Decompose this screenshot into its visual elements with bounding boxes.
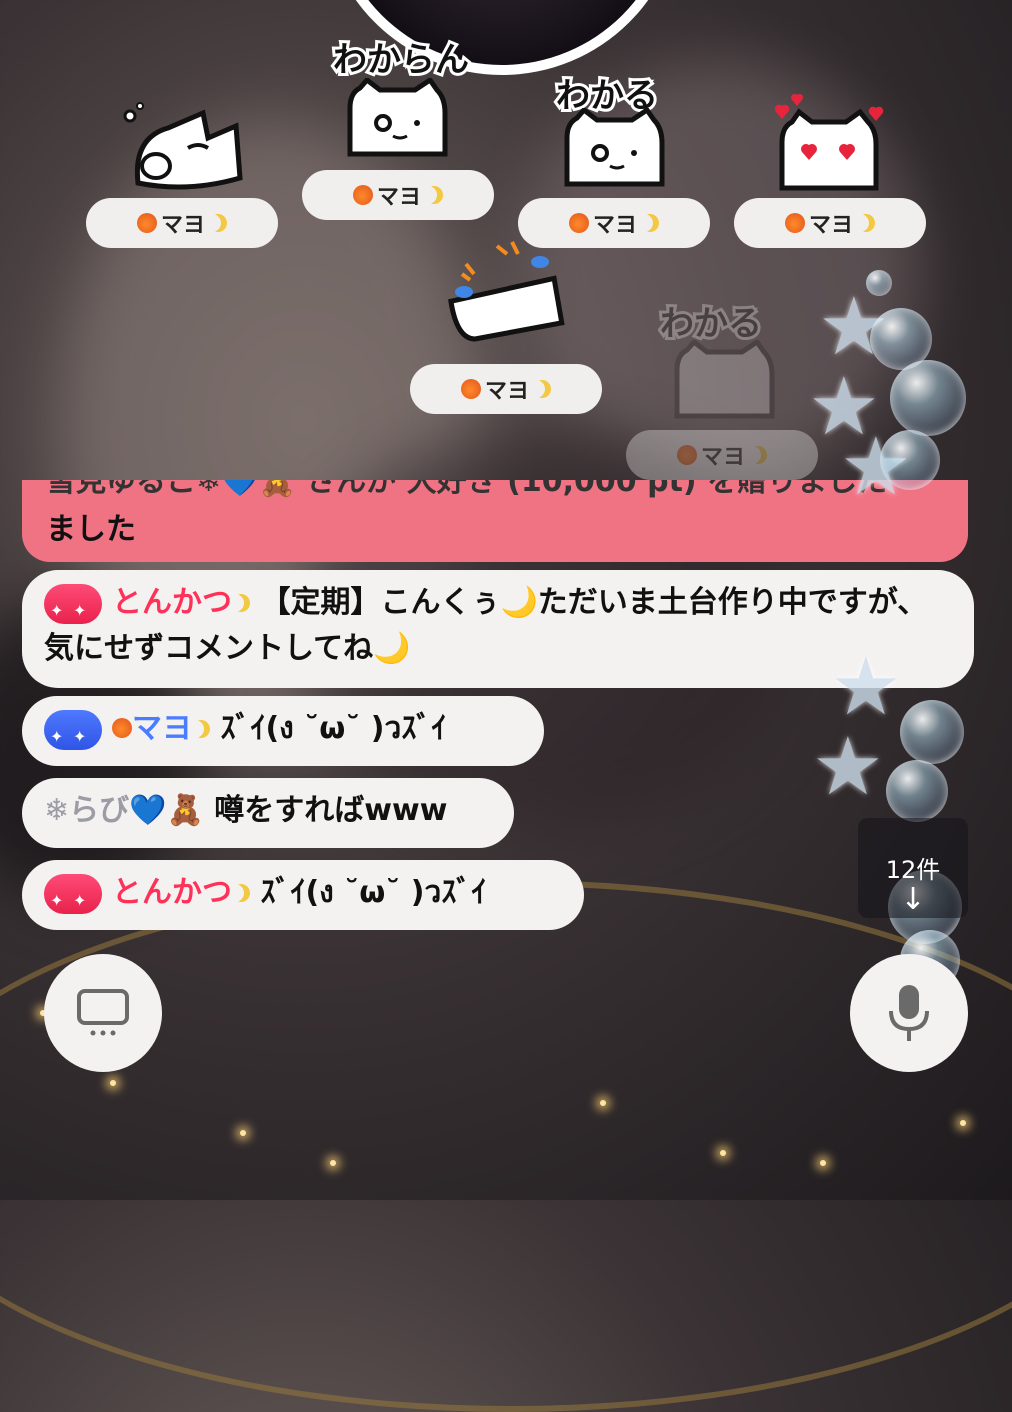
moon-icon	[425, 186, 443, 204]
red-star-badge-icon	[44, 873, 102, 924]
red-star-badge-icon	[44, 583, 102, 634]
moon-icon	[232, 594, 250, 612]
gift-banner: 雪見ゆるこ❄💙🧸 さんが 大好き (10,000 pt) を贈りました ました	[22, 480, 968, 562]
faded-reaction-pill: マヨ	[626, 430, 818, 480]
comment-bubble[interactable]: ❄らび💙🧸 噂をすればwww	[22, 778, 514, 848]
cat-sticker	[564, 108, 665, 187]
moon-icon	[641, 214, 659, 232]
reaction-user-pill: マヨ	[734, 198, 926, 248]
bubble-effect	[886, 760, 948, 822]
comment-user-name[interactable]: とんかつ	[112, 585, 232, 620]
gift-banner-text: ました	[46, 512, 136, 547]
arrow-down-icon: ↓	[900, 882, 926, 917]
orange-swirl-icon	[136, 213, 157, 233]
reaction-user-name: マヨ	[376, 185, 421, 210]
heart-eyes-cat-sticker	[774, 93, 884, 191]
reaction-user-name: マヨ	[700, 445, 745, 470]
faded-sticker-text: わかる	[657, 301, 765, 347]
comment-text: 噂をすればwww	[214, 793, 448, 828]
crying-cat-sticker	[448, 241, 565, 342]
comment-text: ｽﾞｲ(ง ˘ω˘ )วｽﾞｲ	[220, 711, 447, 746]
moon-icon	[232, 884, 250, 902]
microphone-icon	[889, 985, 929, 1041]
comment-text: ｽﾞｲ(ง ˘ω˘ )วｽﾞｲ	[260, 875, 487, 910]
star-effect-icon: ★	[812, 720, 884, 813]
orange-swirl-icon	[460, 379, 481, 399]
moon-icon	[857, 214, 875, 232]
comment-user-name[interactable]: とんかつ	[112, 875, 232, 910]
reaction-user-pill: マヨ	[86, 198, 278, 248]
bubble-effect	[866, 270, 892, 296]
orange-swirl-icon	[676, 445, 697, 465]
gift-banner-top-line: 雪見ゆるこ❄💙🧸 さんが 大好き (10,000 pt) を贈りました	[46, 480, 888, 499]
comment-bubble[interactable]: マヨ ｽﾞｲ(ง ˘ω˘ )วｽﾞｲ	[22, 696, 544, 766]
reaction-user-pill: マヨ	[410, 364, 602, 414]
comment-user-name[interactable]: マヨ	[132, 711, 192, 746]
moon-icon	[209, 214, 227, 232]
reaction-user-name: マヨ	[592, 213, 637, 238]
orange-swirl-icon	[352, 185, 373, 205]
reaction-user-name: マヨ	[160, 213, 205, 238]
sleepy-cat-sticker	[123, 102, 243, 190]
reaction-user-pill: マヨ	[302, 170, 494, 220]
reaction-user-name: マヨ	[808, 213, 853, 238]
orange-swirl-icon	[112, 718, 132, 738]
comment-user-name[interactable]: ❄らび💙🧸	[44, 793, 204, 828]
voice-input-button[interactable]	[850, 954, 968, 1072]
sticker-text: わからん	[330, 37, 472, 83]
moon-icon	[533, 380, 551, 398]
blue-star-badge-icon	[44, 709, 102, 760]
monitor-icon	[77, 989, 129, 1036]
orange-swirl-icon	[568, 213, 589, 233]
bubble-effect	[880, 430, 940, 490]
unread-count-button[interactable]: 12件 ↓	[858, 818, 968, 918]
bubble-effect	[890, 360, 966, 436]
cat-sticker	[347, 78, 448, 157]
moon-icon	[749, 446, 767, 464]
reaction-user-name: マヨ	[484, 379, 529, 404]
faded-cat-sticker	[674, 340, 775, 419]
orange-swirl-icon	[784, 213, 805, 233]
comment-bubble[interactable]: とんかつ ｽﾞｲ(ง ˘ω˘ )วｽﾞｲ	[22, 860, 584, 930]
moon-icon	[192, 720, 210, 738]
unread-count: 12件	[885, 856, 941, 884]
comment-display-button[interactable]	[44, 954, 162, 1072]
bubble-effect	[900, 700, 964, 764]
